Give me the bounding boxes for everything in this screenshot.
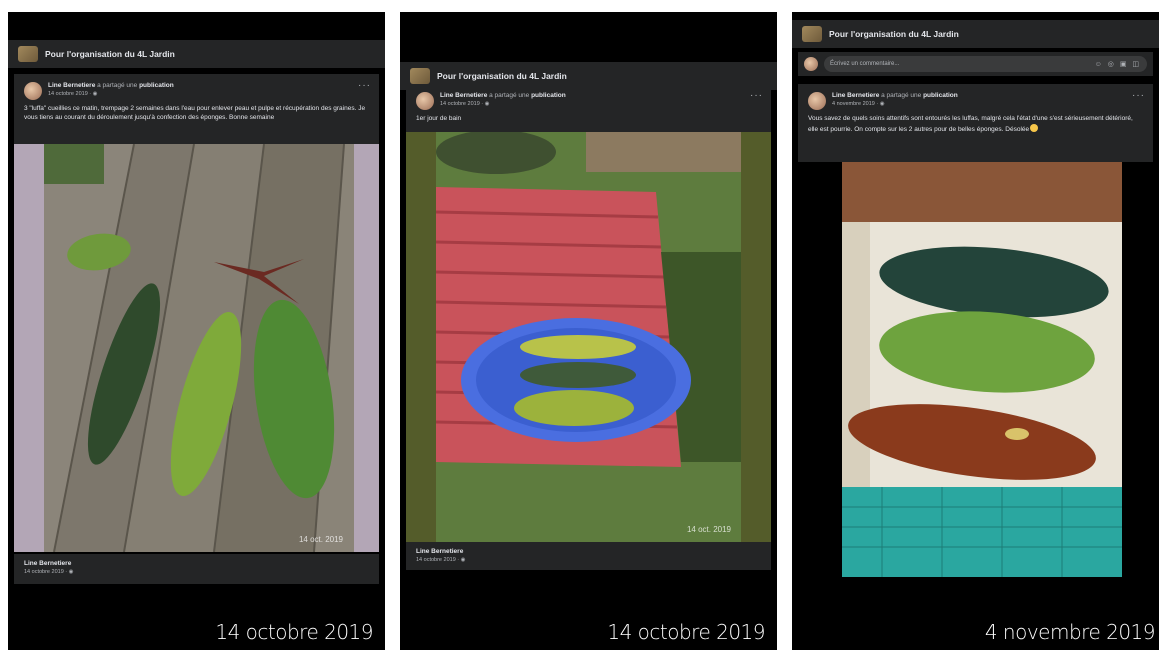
more-options-icon[interactable]: ···	[1132, 91, 1145, 101]
more-options-icon[interactable]: ···	[750, 91, 763, 101]
globe-icon: ◉	[92, 91, 98, 98]
globe-icon: ◉	[484, 101, 490, 108]
luffa-bath-photo-image	[406, 132, 771, 544]
post-author[interactable]: Line Bernetiere	[48, 82, 95, 89]
footer-date[interactable]: 14 octobre 2019	[416, 557, 456, 563]
sad-emoji-icon	[1030, 123, 1039, 132]
luffa-photo-image	[44, 144, 354, 552]
globe-icon: ◉	[68, 569, 74, 575]
post-author[interactable]: Line Bernetiere	[832, 92, 879, 99]
footer-author[interactable]: Line Bernetiere	[24, 560, 369, 567]
comment-input[interactable]: Écrivez un commentaire... ☺ ◎ ▣ ◫	[824, 56, 1147, 72]
avatar[interactable]	[808, 92, 826, 110]
globe-icon: ◉	[879, 101, 885, 108]
post-card: Line Bernetiere a partagé une publicatio…	[406, 90, 771, 132]
group-header[interactable]: Pour l'organisation du 4L Jardin	[792, 20, 1159, 48]
post-photo[interactable]: 14 oct. 2019	[406, 132, 771, 544]
group-icon	[18, 46, 38, 62]
post-photo[interactable]	[842, 162, 1122, 577]
group-name[interactable]: Pour l'organisation du 4L Jardin	[829, 29, 959, 39]
comment-tools-icons[interactable]: ☺ ◎ ▣ ◫	[1095, 60, 1141, 68]
footer-author[interactable]: Line Bernetiere	[416, 548, 761, 555]
avatar[interactable]	[416, 92, 434, 110]
post-caption: 3 "luffa" cueillies ce matin, trempage 2…	[24, 105, 366, 121]
post-caption: Vous savez de quels soins attentifs sont…	[808, 115, 1133, 133]
post-date[interactable]: 14 octobre 2019	[440, 101, 480, 107]
screenshot-panel-1: Pour l'organisation du 4L Jardin Line Be…	[8, 12, 385, 650]
avatar	[804, 57, 818, 71]
luffa-rotten-photo-image	[842, 162, 1122, 577]
comment-placeholder: Écrivez un commentaire...	[830, 61, 900, 67]
shared-target-link[interactable]: publication	[923, 92, 958, 99]
shared-text: a partagé une	[489, 92, 530, 99]
globe-icon: ◉	[460, 557, 466, 563]
group-name[interactable]: Pour l'organisation du 4L Jardin	[45, 49, 175, 59]
post-caption: 1er jour de bain	[416, 115, 462, 122]
footer-date[interactable]: 14 octobre 2019	[24, 569, 64, 575]
post-photo[interactable]: 14 oct. 2019	[14, 144, 379, 552]
post-date[interactable]: 14 octobre 2019	[48, 91, 88, 97]
more-options-icon[interactable]: ···	[358, 81, 371, 91]
screenshot-panel-2: Pour l'organisation du 4L Jardin Line Be…	[400, 12, 777, 650]
post-author[interactable]: Line Bernetiere	[440, 92, 487, 99]
caption-date: 4 novembre 2019	[984, 620, 1156, 644]
group-icon	[410, 68, 430, 84]
post-card: Line Bernetiere a partagé une publicatio…	[14, 74, 379, 144]
group-name[interactable]: Pour l'organisation du 4L Jardin	[437, 71, 567, 81]
shared-text: a partagé une	[97, 82, 138, 89]
avatar[interactable]	[24, 82, 42, 100]
shared-target-link[interactable]: publication	[531, 92, 566, 99]
group-header[interactable]: Pour l'organisation du 4L Jardin	[8, 40, 385, 68]
caption-date: 14 octobre 2019	[607, 620, 765, 644]
group-icon	[802, 26, 822, 42]
caption-date: 14 octobre 2019	[215, 620, 373, 644]
screenshot-panel-3: Pour l'organisation du 4L Jardin Écrivez…	[792, 12, 1159, 650]
comment-bar: Écrivez un commentaire... ☺ ◎ ▣ ◫	[798, 52, 1153, 76]
shared-target-link[interactable]: publication	[139, 82, 174, 89]
photo-date-stamp: 14 oct. 2019	[298, 535, 343, 544]
post-footer: Line Bernetiere 14 octobre 2019 · ◉	[406, 542, 771, 570]
post-footer: Line Bernetiere 14 octobre 2019 · ◉	[14, 554, 379, 584]
post-date[interactable]: 4 novembre 2019	[832, 101, 875, 107]
post-card: Line Bernetiere a partagé une publicatio…	[798, 84, 1153, 162]
photo-date-stamp: 14 oct. 2019	[686, 525, 731, 534]
group-header[interactable]: Pour l'organisation du 4L Jardin	[400, 62, 777, 90]
shared-text: a partagé une	[881, 92, 922, 99]
